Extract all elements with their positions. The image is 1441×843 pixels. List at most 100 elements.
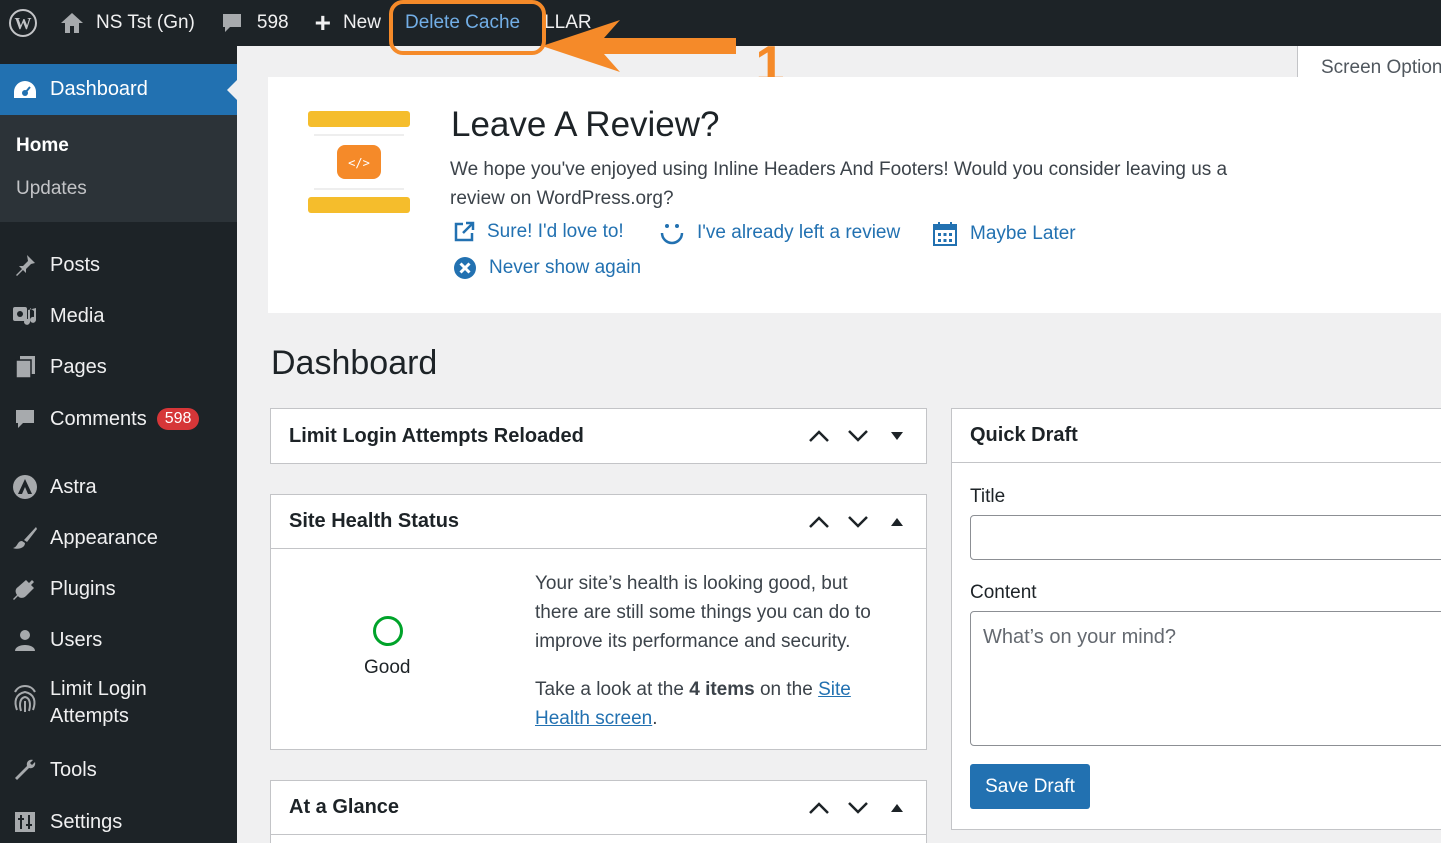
title-label: Title: [970, 486, 1006, 507]
sidebar-item-limit-login[interactable]: Limit Login Attempts: [0, 676, 237, 732]
fingerprint-icon: [0, 682, 50, 714]
sidebar-item-label: Settings: [50, 810, 123, 833]
widget-site-health: Site Health Status Good Your site’s heal…: [270, 494, 927, 750]
widget-limit-login: Limit Login Attempts Reloaded: [270, 408, 927, 464]
site-name-link[interactable]: NS Tst (Gn): [60, 0, 195, 46]
widget-at-a-glance: At a Glance: [270, 780, 927, 843]
sidebar-item-dashboard[interactable]: Dashboard: [0, 64, 237, 115]
sidebar-item-label: Posts: [50, 253, 101, 276]
toggle-panel-icon[interactable]: [877, 416, 916, 456]
limit-login-label-line1: Limit Login: [50, 678, 147, 700]
widget-title: At a Glance: [289, 796, 400, 818]
sidebar-item-tools[interactable]: Tools: [0, 750, 237, 790]
sidebar-item-label: Plugins: [50, 577, 116, 600]
sidebar-item-plugins[interactable]: Plugins: [0, 569, 237, 609]
move-up-icon[interactable]: [799, 502, 838, 542]
sidebar-item-users[interactable]: Users: [0, 620, 237, 660]
brush-icon: [0, 526, 50, 550]
media-icon: [0, 304, 50, 328]
widget-title: Quick Draft: [970, 424, 1078, 446]
pin-icon: [0, 253, 50, 277]
review-already-link[interactable]: I've already left a review: [659, 221, 900, 245]
widget-header: Limit Login Attempts Reloaded: [271, 409, 926, 463]
plugin-hourglass-icon: </>: [308, 111, 410, 213]
sidebar-item-astra[interactable]: Astra: [0, 467, 237, 507]
toggle-panel-icon[interactable]: [877, 502, 916, 542]
review-never-link[interactable]: Never show again: [453, 256, 641, 280]
widget-controls: [799, 781, 916, 835]
submenu-item-home[interactable]: Home: [16, 135, 69, 157]
comments-count: 598: [256, 12, 289, 33]
external-link-icon: [454, 221, 475, 242]
move-up-icon[interactable]: [799, 788, 838, 828]
page-title: Dashboard: [271, 344, 438, 382]
content-label: Content: [970, 582, 1037, 603]
health-items-count: 4 items: [689, 679, 755, 700]
health-items-text: Take a look at the 4 items on the Site H…: [535, 675, 895, 733]
save-draft-button[interactable]: Save Draft: [970, 764, 1090, 809]
widget-header: Site Health Status: [271, 495, 926, 549]
pages-icon: [0, 355, 50, 379]
plus-icon: +: [314, 7, 331, 38]
health-items-mid: on the: [754, 679, 819, 700]
comments-icon: [0, 408, 50, 430]
settings-icon: [0, 810, 50, 834]
review-never-label: Never show again: [489, 257, 642, 278]
sidebar-item-posts[interactable]: Posts: [0, 245, 237, 285]
site-health-body: Good Your site’s health is looking good,…: [271, 549, 926, 749]
title-input[interactable]: [970, 515, 1441, 560]
sidebar-item-label: Tools: [50, 758, 97, 781]
smile-icon: [660, 224, 684, 245]
sidebar-item-pages[interactable]: Pages: [0, 347, 237, 387]
sidebar-item-media[interactable]: Media: [0, 296, 237, 336]
dashboard-submenu: Home Updates: [0, 115, 237, 222]
widget-header: Quick Draft: [952, 409, 1441, 463]
widget-controls: [799, 409, 916, 463]
sidebar-item-appearance[interactable]: Appearance: [0, 518, 237, 558]
widget-quick-draft: Quick Draft Title Content What’s on your…: [951, 408, 1441, 830]
review-later-label: Maybe Later: [970, 223, 1076, 244]
sidebar-item-label: Users: [50, 628, 103, 651]
site-name: NS Tst (Gn): [96, 12, 195, 33]
sidebar-item-label: Limit Login Attempts: [50, 676, 147, 730]
annotation-highlight-box: [389, 0, 546, 55]
astra-icon: [0, 474, 50, 500]
sidebar-item-settings[interactable]: Settings: [0, 802, 237, 842]
new-label: New: [342, 12, 381, 33]
move-down-icon[interactable]: [838, 788, 877, 828]
review-later-link[interactable]: Maybe Later: [932, 221, 1076, 247]
widget-title: Site Health Status: [289, 510, 460, 532]
sidebar-item-label: Appearance: [50, 526, 158, 549]
wrench-icon: [0, 758, 50, 782]
home-icon: [61, 13, 83, 33]
move-up-icon[interactable]: [799, 416, 838, 456]
widget-header: At a Glance: [271, 781, 926, 835]
sidebar-item-label: Pages: [50, 355, 107, 378]
wordpress-logo-icon[interactable]: W: [0, 0, 46, 46]
gauge-icon: [0, 80, 50, 100]
close-circle-icon: [454, 257, 476, 279]
review-sure-link[interactable]: Sure! I'd love to!: [453, 221, 624, 243]
admin-sidebar: Dashboard Home Updates Posts Media Pages…: [0, 46, 237, 843]
sidebar-item-label: Media: [50, 304, 105, 327]
calendar-icon: [933, 222, 957, 246]
health-items-pre: Take a look at the: [535, 679, 690, 700]
sidebar-item-label: Comments: [50, 407, 147, 430]
sidebar-item-label: Astra: [50, 475, 97, 498]
widget-title: Limit Login Attempts Reloaded: [289, 424, 584, 447]
toggle-panel-icon[interactable]: [877, 788, 916, 828]
health-status-label: Good: [364, 657, 411, 678]
health-items-end: .: [652, 708, 658, 729]
move-down-icon[interactable]: [838, 502, 877, 542]
svg-text:W: W: [15, 14, 32, 33]
sidebar-item-comments[interactable]: Comments 598: [0, 399, 237, 439]
content-textarea[interactable]: What’s on your mind?: [970, 611, 1441, 746]
move-down-icon[interactable]: [838, 416, 877, 456]
new-content-link[interactable]: + New: [315, 0, 381, 46]
health-status-circle-icon: [373, 616, 403, 646]
review-sure-label: Sure! I'd love to!: [487, 221, 624, 242]
user-icon: [0, 628, 50, 652]
comments-link[interactable]: 598: [221, 0, 289, 46]
submenu-item-updates[interactable]: Updates: [16, 178, 87, 200]
health-summary: Your site’s health is looking good, but …: [535, 573, 871, 652]
